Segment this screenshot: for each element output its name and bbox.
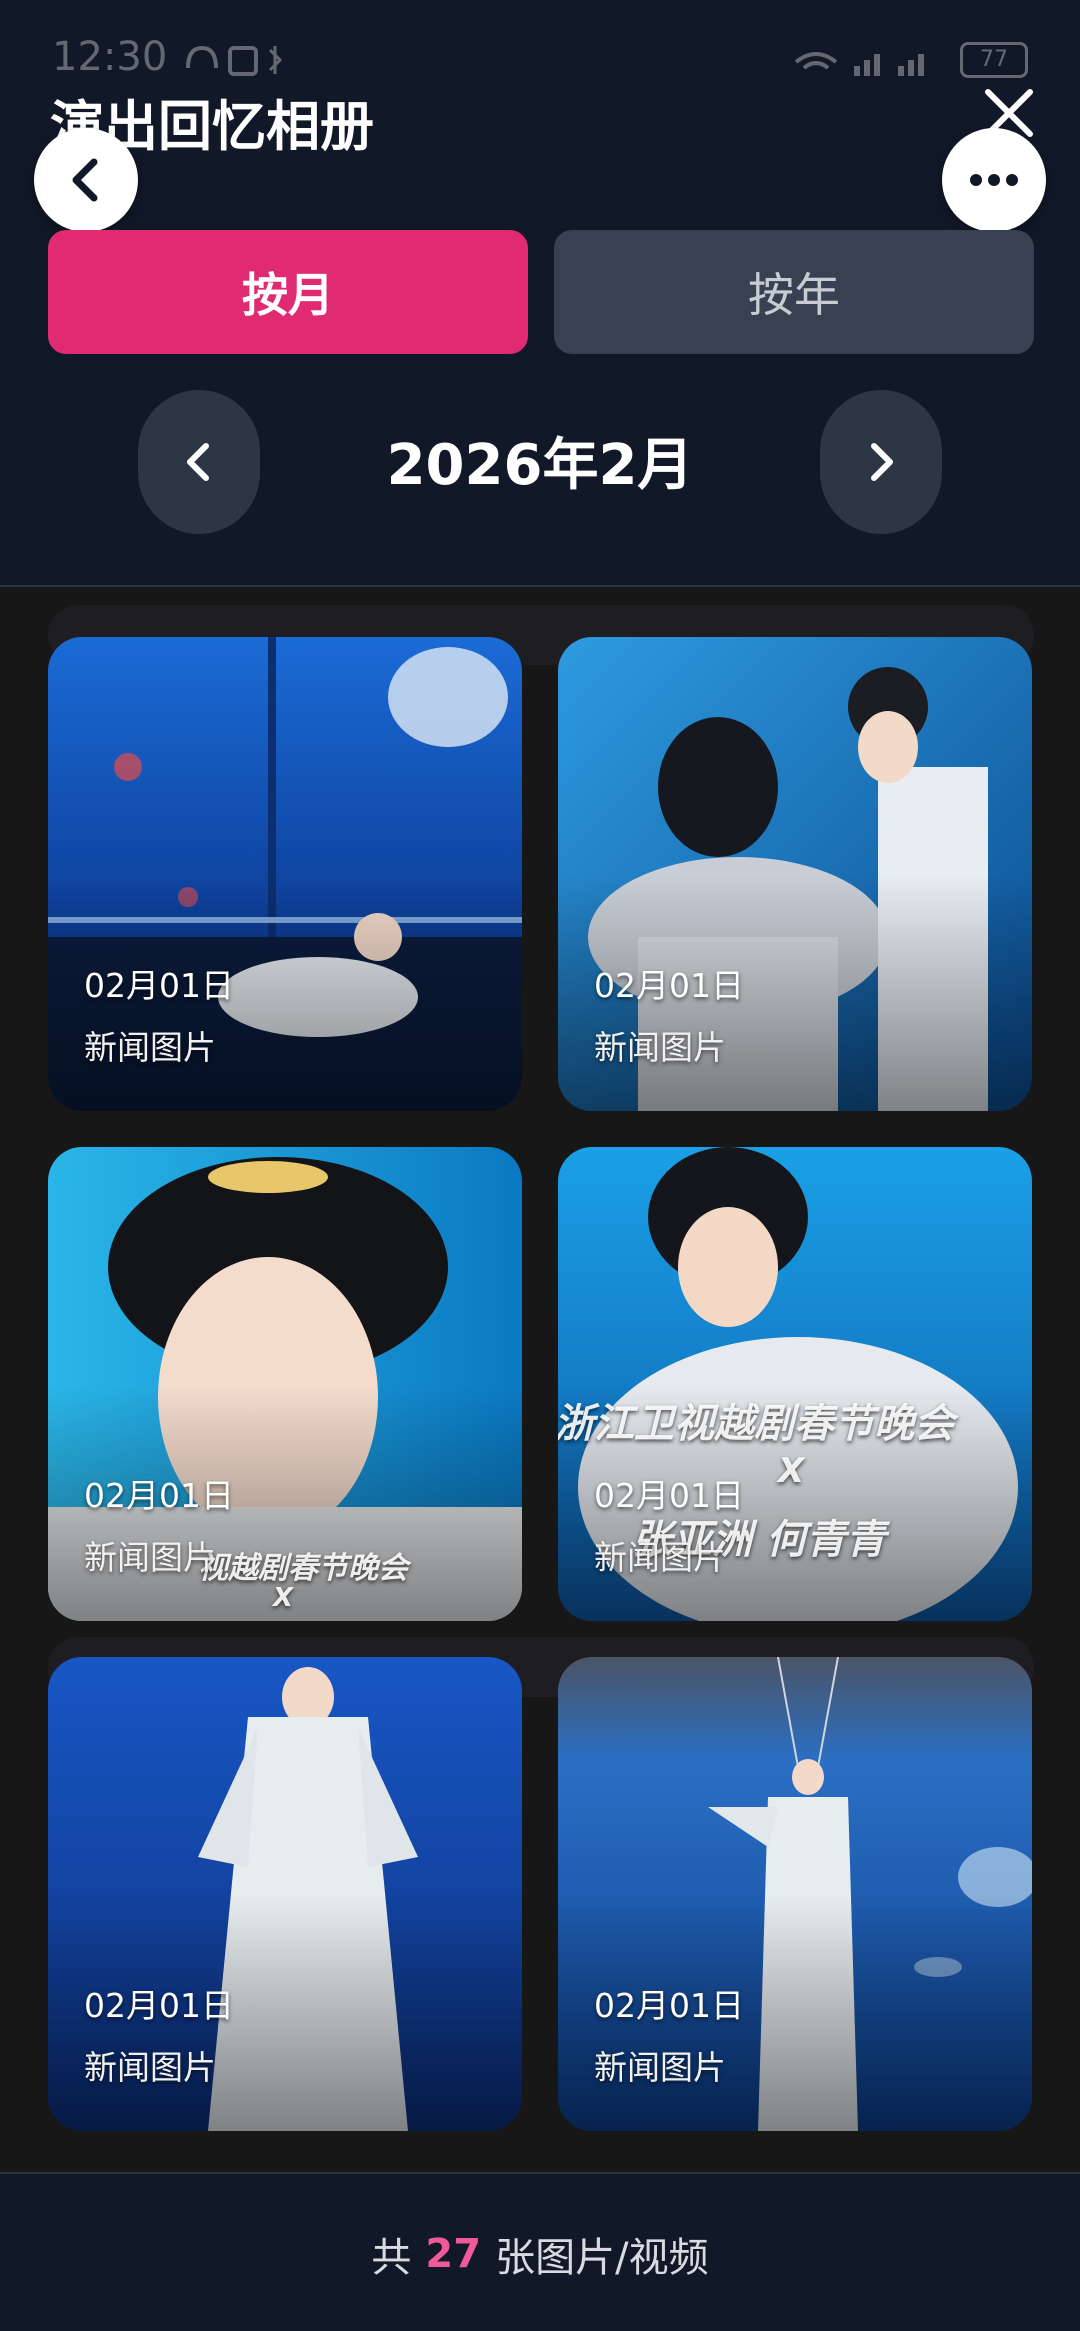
photo-type-label: 新闻图片 bbox=[84, 2048, 216, 2087]
next-month-button[interactable] bbox=[820, 390, 942, 534]
album-screen: 12:30 77 演出回忆相册 按月 按年 2026年2月 02月01日 新闻图… bbox=[0, 0, 1080, 2331]
chevron-right-icon bbox=[871, 443, 893, 481]
photo-card[interactable]: 02月01日 新闻图片 bbox=[558, 637, 1032, 1111]
photo-card[interactable]: 02月01日 新闻图片 bbox=[558, 1657, 1032, 2131]
photo-card[interactable]: 02月01日 新闻图片 bbox=[48, 637, 522, 1111]
media-count: 27 bbox=[425, 2230, 482, 2277]
tab-by-month[interactable]: 按月 bbox=[48, 230, 528, 354]
photo-date: 02月01日 bbox=[594, 1476, 744, 1515]
current-month-label: 2026年2月 bbox=[386, 433, 694, 498]
photo-type-label: 新闻图片 bbox=[84, 1538, 216, 1577]
signal-icon bbox=[794, 52, 924, 76]
video-caption: 浙江卫视越剧春节晚会 bbox=[558, 1401, 954, 1447]
notification-icons bbox=[186, 45, 283, 76]
album-header: 12:30 77 演出回忆相册 按月 按年 2026年2月 bbox=[0, 0, 1080, 587]
photo-date: 02月01日 bbox=[594, 1986, 744, 2025]
video-caption-x: X bbox=[273, 1583, 294, 1613]
photo-card[interactable]: 视越剧春节晚会 X 02月01日 新闻图片 bbox=[48, 1147, 522, 1621]
photo-date: 02月01日 bbox=[84, 1986, 234, 2025]
prev-month-button[interactable] bbox=[138, 390, 260, 534]
chevron-left-icon bbox=[187, 443, 209, 481]
photo-date: 02月01日 bbox=[84, 966, 234, 1005]
chevron-left-icon bbox=[72, 158, 98, 202]
photo-card[interactable]: 浙江卫视越剧春节晚会 X 张亚洲 何青青 02月01日 新闻图片 bbox=[558, 1147, 1032, 1621]
count-prefix: 共 bbox=[371, 2234, 412, 2281]
battery-indicator: 77 bbox=[960, 42, 1028, 78]
video-caption-x: X bbox=[778, 1451, 805, 1491]
more-horizontal-icon bbox=[970, 174, 1018, 186]
back-button[interactable] bbox=[34, 128, 138, 232]
photo-date: 02月01日 bbox=[594, 966, 744, 1005]
status-time: 12:30 bbox=[52, 34, 168, 80]
photo-type-label: 新闻图片 bbox=[594, 1538, 726, 1577]
photo-type-label: 新闻图片 bbox=[84, 1028, 216, 1067]
media-count-footer: 共 27 张图片/视频 bbox=[0, 2172, 1080, 2331]
count-suffix: 张图片/视频 bbox=[495, 2234, 709, 2281]
photo-type-label: 新闻图片 bbox=[594, 1028, 726, 1067]
photo-card[interactable]: 02月01日 新闻图片 bbox=[48, 1657, 522, 2131]
tab-by-year[interactable]: 按年 bbox=[554, 230, 1034, 354]
photo-grid[interactable]: 02月01日 新闻图片 02月01日 新闻图片 视越剧春节晚会 X 02月01日… bbox=[0, 587, 1080, 2172]
more-button[interactable] bbox=[942, 128, 1046, 232]
photo-date: 02月01日 bbox=[84, 1476, 234, 1515]
photo-type-label: 新闻图片 bbox=[594, 2048, 726, 2087]
video-caption: 视越剧春节晚会 bbox=[198, 1551, 408, 1586]
